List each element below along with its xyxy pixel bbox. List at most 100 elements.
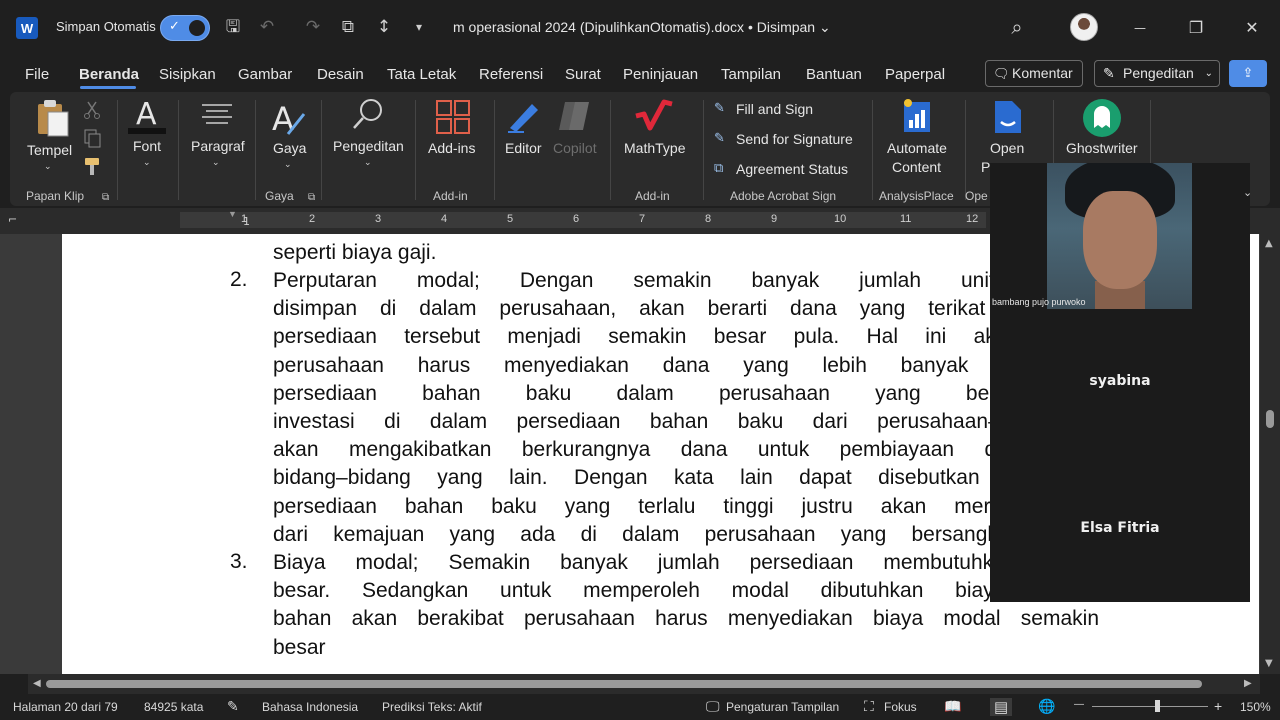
zoom-slider-thumb[interactable] (1155, 700, 1160, 712)
text-line: bidang–bidang yang lain. Dengan kata lai… (273, 466, 1099, 490)
close-icon[interactable]: ✕ (1240, 16, 1264, 40)
scroll-up-icon[interactable]: ▲ (1265, 238, 1273, 249)
clipboard-launcher-icon[interactable]: ⧉ (102, 192, 109, 203)
font-color-icon[interactable]: A (126, 98, 170, 136)
zoom-level[interactable]: 150% (1240, 700, 1271, 714)
addins-icon[interactable] (436, 100, 470, 134)
proofing-icon[interactable]: ✎ (227, 698, 239, 715)
paste-icon[interactable] (32, 98, 72, 138)
indent-marker-icon[interactable]: ▼ (228, 209, 237, 219)
scroll-left-icon[interactable]: ◀ (33, 678, 41, 689)
copy-format-icon[interactable] (82, 128, 102, 148)
tab-referensi[interactable]: Referensi (479, 66, 543, 83)
horizontal-ruler[interactable]: 1 ▼ 2 3 4 5 6 7 8 9 10 11 12 (180, 209, 986, 228)
tab-tampilan[interactable]: Tampilan (721, 66, 781, 83)
tab-desain[interactable]: Desain (317, 66, 364, 83)
scroll-right-icon[interactable]: ▶ (1244, 678, 1252, 689)
save-icon[interactable]: 🖫 (222, 16, 244, 38)
styles-label[interactable]: Gaya (273, 140, 306, 156)
tab-file[interactable]: File (25, 66, 49, 83)
automate-label[interactable]: Automate (887, 140, 947, 156)
save-state: Disimpan (756, 19, 816, 35)
undo-icon[interactable]: ↶ (256, 16, 278, 38)
chevron-down-icon[interactable]: ⌄ (44, 162, 52, 172)
display-settings-button[interactable]: Pengaturan Tampilan (726, 700, 839, 714)
open-label[interactable]: Open (990, 140, 1024, 156)
customize-toolbar-icon[interactable]: ▾ (408, 16, 430, 38)
restore-icon[interactable]: ❐ (1184, 16, 1208, 40)
open-p-label[interactable]: P (981, 159, 990, 175)
content-label[interactable]: Content (892, 159, 941, 175)
web-layout-icon[interactable]: 🌐 (1038, 698, 1055, 715)
magnifier-icon[interactable] (351, 96, 387, 132)
copy-icon[interactable]: ⧉ (337, 16, 359, 38)
editing-label[interactable]: Pengeditan (333, 138, 404, 154)
zoom-out-icon[interactable]: — (1074, 699, 1084, 710)
tab-sisipkan[interactable]: Sisipkan (159, 66, 216, 83)
scroll-down-icon[interactable]: ▼ (1265, 658, 1273, 669)
editor-label[interactable]: Editor (505, 140, 542, 156)
vertical-scroll-thumb[interactable] (1266, 410, 1274, 428)
search-icon[interactable]: ⌕ (1006, 16, 1028, 38)
paste-label[interactable]: Tempel (27, 142, 72, 158)
tab-beranda[interactable]: Beranda (79, 66, 139, 83)
copilot-icon[interactable] (557, 98, 593, 134)
paragraph-label[interactable]: Paragraf (191, 138, 245, 154)
display-settings-icon[interactable]: 🖵 (706, 698, 720, 715)
send-for-signature-button[interactable]: Send for Signature (736, 131, 853, 147)
styles-icon[interactable]: A (270, 100, 308, 138)
vertical-scrollbar[interactable] (1260, 234, 1280, 674)
editor-icon[interactable] (506, 98, 542, 134)
zoom-slider[interactable] (1092, 706, 1208, 707)
open-paperpal-icon[interactable] (992, 98, 1024, 136)
autosave-toggle[interactable]: ✓ (160, 15, 210, 41)
tab-bantuan[interactable]: Bantuan (806, 66, 862, 83)
text-line: besar (273, 635, 326, 659)
language-status[interactable]: Bahasa Indonesia (262, 700, 358, 714)
share-button[interactable]: ⇪ (1229, 60, 1267, 87)
mathtype-icon[interactable] (634, 98, 674, 134)
chevron-down-icon[interactable]: ⌄ (212, 158, 220, 168)
tab-peninjauan[interactable]: Peninjauan (623, 66, 698, 83)
comments-button[interactable]: 🗨 Komentar (985, 60, 1083, 87)
chevron-down-icon[interactable]: ⌄ (1243, 186, 1252, 199)
minimize-icon[interactable]: — (1128, 16, 1152, 40)
read-mode-icon[interactable]: 📖 (944, 698, 961, 715)
chevron-down-icon[interactable]: ⌄ (364, 158, 372, 168)
copilot-label[interactable]: Copilot (553, 140, 597, 156)
ruler-mark: 2 (309, 213, 316, 225)
text-prediction-status[interactable]: Prediksi Teks: Aktif (382, 700, 482, 714)
zoom-in-icon[interactable]: + (1214, 698, 1222, 714)
chevron-down-icon[interactable]: ⌄ (284, 160, 292, 170)
fill-and-sign-button[interactable]: Fill and Sign (736, 101, 813, 117)
print-layout-icon[interactable]: ▤ (990, 698, 1013, 716)
tab-paperpal[interactable]: Paperpal (885, 66, 945, 83)
redo-icon[interactable]: ↷ (302, 16, 324, 38)
ghostwriter-icon[interactable] (1082, 98, 1122, 138)
page-count[interactable]: Halaman 20 dari 79 (13, 700, 118, 714)
cut-icon[interactable] (82, 100, 102, 120)
automate-content-icon[interactable] (900, 98, 936, 134)
paragraph-icon[interactable] (200, 102, 234, 128)
ghostwriter-label[interactable]: Ghostwriter (1066, 140, 1138, 156)
focus-icon[interactable]: ⛶ (864, 698, 874, 715)
document-title[interactable]: m operasional 2024 (DipulihkanOtomatis).… (453, 19, 831, 36)
styles-launcher-icon[interactable]: ⧉ (308, 192, 315, 203)
tab-tata-letak[interactable]: Tata Letak (387, 66, 456, 83)
focus-button[interactable]: Fokus (884, 700, 917, 714)
list-item-2: Perputaran modal; Dengan semakin banyak … (273, 267, 1099, 549)
addins-label[interactable]: Add-ins (428, 140, 475, 156)
word-count[interactable]: 84925 kata (144, 700, 203, 714)
tab-gambar[interactable]: Gambar (238, 66, 292, 83)
format-painter-icon[interactable] (82, 156, 102, 176)
avatar[interactable] (1070, 13, 1098, 41)
editing-mode-button[interactable]: ✎ Pengeditan ⌄ (1094, 60, 1220, 87)
tab-surat[interactable]: Surat (565, 66, 601, 83)
chevron-down-icon[interactable]: ⌄ (143, 158, 151, 168)
horizontal-scroll-thumb[interactable] (46, 680, 1202, 688)
font-label[interactable]: Font (133, 138, 161, 154)
mathtype-label[interactable]: MathType (624, 140, 685, 156)
tab-selector-icon[interactable]: ⌐ (8, 213, 17, 226)
line-spacing-icon[interactable]: ↕ (373, 16, 395, 38)
agreement-status-button[interactable]: Agreement Status (736, 161, 848, 177)
